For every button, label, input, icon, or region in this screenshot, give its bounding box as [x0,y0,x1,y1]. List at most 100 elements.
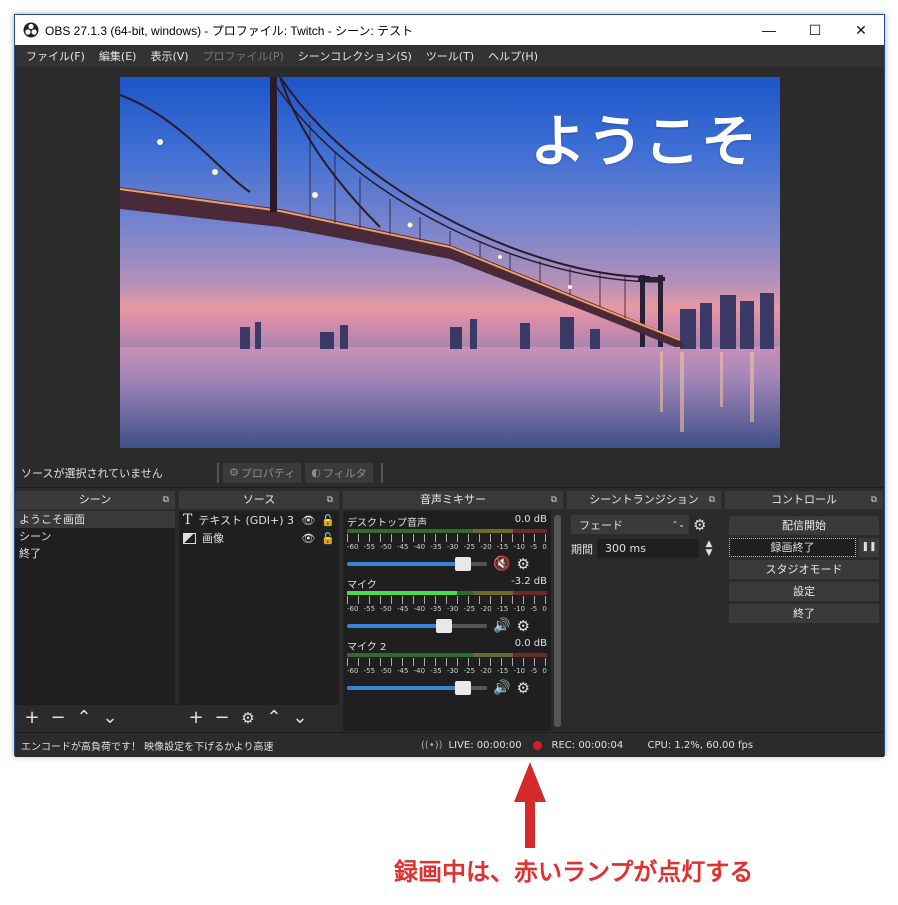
volume-slider[interactable] [347,681,487,695]
channel-header: デスクトップ音声 0.0 dB [347,514,547,529]
scale-label: -30 [446,667,459,675]
gear-icon[interactable]: ⚙ [516,555,529,573]
toolbar-separator [217,462,219,483]
source-toolbar: ソースが選択されていません ⚙ プロパティ ◐ フィルタ [15,458,884,488]
slider-handle[interactable] [455,681,472,695]
menu-help[interactable]: ヘルプ(H) [481,48,545,64]
scale-label: -35 [430,667,442,675]
scale-label: -35 [430,605,442,613]
menu-scene-collection[interactable]: シーンコレクション(S) [291,48,419,64]
meter-scale: -60 -55 -50 -45 -40 -35 -30 -25 -20 -15 -10 -5 0 [347,667,547,675]
remove-icon[interactable]: − [211,707,233,729]
controls-dock: コントロール ⧉ 配信開始 録画終了 ❚❚ スタジオモード 設定 終了 [725,491,883,731]
stop-recording-button[interactable]: 録画終了 [729,538,856,557]
volume-meter [347,529,547,533]
eye-icon[interactable]: 👁 [301,532,315,545]
move-up-icon[interactable]: ⌃ [73,707,95,729]
volume-slider[interactable] [347,557,487,571]
sources-dock: ソース ⧉ T テキスト (GDI+) 3 👁 🔓 画像 👁 🔓 + − ⚙ ⌃… [179,491,339,731]
float-dock-icon[interactable]: ⧉ [551,491,557,509]
minimize-button[interactable]: — [746,15,792,45]
add-icon[interactable]: + [185,707,207,729]
float-dock-icon[interactable]: ⧉ [163,491,169,509]
studio-mode-button[interactable]: スタジオモード [729,560,879,579]
maximize-button[interactable]: ☐ [792,15,838,45]
speaker-icon[interactable]: 🔊 [493,618,510,634]
transitions-dock-title: シーントランジション ⧉ [567,491,721,509]
gear-icon[interactable]: ⚙ [693,516,706,534]
eye-icon[interactable]: 👁 [301,514,315,527]
scale-label: -25 [463,605,476,613]
mixer-dock-title: 音声ミキサー ⧉ [343,491,563,509]
unlock-icon[interactable]: 🔓 [321,514,339,527]
float-dock-icon[interactable]: ⧉ [871,491,877,509]
gear-icon[interactable]: ⚙ [516,679,529,697]
scale-label: -20 [480,543,492,551]
settings-button[interactable]: 設定 [729,582,879,601]
preview-canvas[interactable]: ようこそ [120,77,780,448]
float-dock-icon[interactable]: ⧉ [709,491,715,509]
pause-recording-button[interactable]: ❚❚ [859,538,879,557]
scale-label: -45 [396,543,409,551]
mixer-channels: デスクトップ音声 0.0 dB -60 -55 -50 -45 -40 -35 -30 -25… [343,511,551,731]
rec-timer: REC: 00:00:04 [551,739,624,751]
mixer-scrollbar[interactable] [554,515,561,727]
obs-logo-icon [23,22,39,38]
transitions-dock: シーントランジション ⧉ フェード ⌃⌄ ⚙ 期間 300 ms ▲ ▼ [567,491,721,731]
move-down-icon[interactable]: ⌄ [99,707,121,729]
menu-edit[interactable]: 編集(E) [92,48,144,64]
exit-button[interactable]: 終了 [729,604,879,623]
scale-label: -55 [363,667,376,675]
welcome-overlay-text: ようこそ [530,110,758,175]
source-item[interactable]: 画像 👁 🔓 [179,529,339,547]
scale-label: -60 [347,667,359,675]
scale-label: -55 [363,605,376,613]
volume-slider[interactable] [347,619,487,633]
properties-button[interactable]: ⚙ プロパティ [223,462,302,483]
scene-item[interactable]: シーン [15,528,175,545]
slider-handle[interactable] [455,557,472,571]
channel-name: マイク [347,580,377,591]
source-item[interactable]: T テキスト (GDI+) 3 👁 🔓 [179,511,339,529]
channel-name: マイク 2 [347,642,387,653]
muted-speaker-icon[interactable]: 🔇 [493,556,510,572]
start-streaming-button[interactable]: 配信開始 [729,516,879,535]
obs-window: OBS 27.1.3 (64-bit, windows) - プロファイル: T… [14,14,885,757]
gear-icon[interactable]: ⚙ [237,707,259,729]
scale-label: -30 [446,543,459,551]
no-source-selected-label: ソースが選択されていません [21,466,163,480]
menu-profile: プロファイル(P) [202,50,284,63]
menu-file[interactable]: ファイル(F) [19,48,92,64]
scale-label: -40 [413,543,426,551]
scene-item[interactable]: ようこそ画面 [15,511,175,528]
close-button[interactable]: ✕ [838,15,884,45]
duration-input[interactable]: 300 ms [597,539,699,558]
scale-label: -20 [480,667,492,675]
scenes-list: ようこそ画面 シーン 終了 [15,511,175,705]
transition-type-row: フェード ⌃⌄ ⚙ [571,515,706,534]
gear-icon[interactable]: ⚙ [516,617,529,635]
scale-label: -25 [463,667,476,675]
move-down-icon[interactable]: ⌄ [289,707,311,729]
scene-item[interactable]: 終了 [15,545,175,562]
toolbar-separator [380,462,383,483]
filters-button[interactable]: ◐ フィルタ [305,462,373,483]
scale-label: -50 [380,543,392,551]
transition-select[interactable]: フェード ⌃⌄ [571,515,689,534]
transition-type-value: フェード [579,518,623,532]
channel-db: 0.0 dB [514,638,547,649]
menu-view[interactable]: 表示(V) [143,48,195,64]
source-name: 画像 [202,532,224,545]
move-up-icon[interactable]: ⌃ [263,707,285,729]
menu-tools[interactable]: ツール(T) [419,48,481,64]
stepper-icon[interactable]: ▲ ▼ [703,539,715,558]
unlock-icon[interactable]: 🔓 [321,532,339,545]
add-icon[interactable]: + [21,707,43,729]
scale-label: -40 [413,605,426,613]
live-timer: LIVE: 00:00:00 [448,739,522,751]
float-dock-icon[interactable]: ⧉ [327,491,333,509]
slider-handle[interactable] [435,619,452,633]
remove-icon[interactable]: − [47,707,69,729]
speaker-icon[interactable]: 🔊 [493,680,510,696]
scenes-toolbar: + − ⌃ ⌄ [15,705,175,731]
